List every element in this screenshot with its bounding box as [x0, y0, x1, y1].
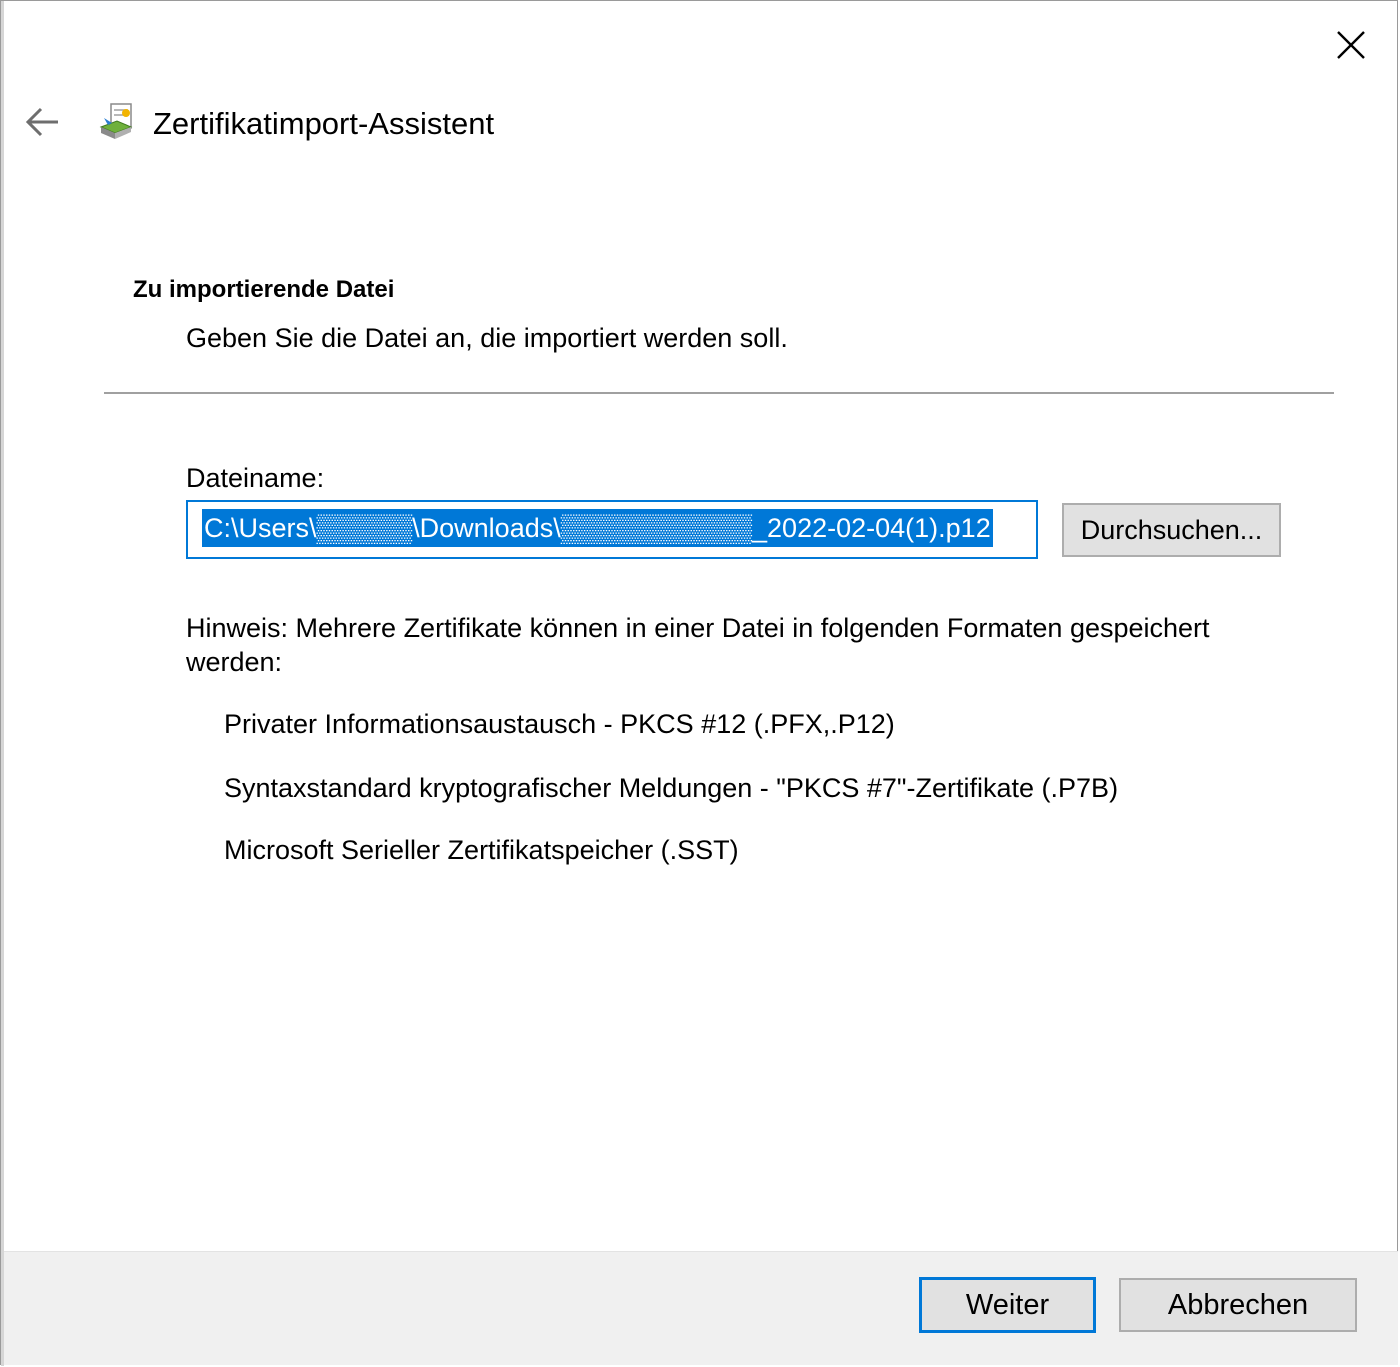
arrow-left-icon [25, 107, 58, 137]
header-separator [104, 392, 1334, 394]
close-button[interactable] [1327, 21, 1375, 69]
filename-value: C:\Users\▒▒▒▒▒\Downloads\▒▒▒▒▒▒▒▒▒▒_2022… [202, 509, 993, 547]
hint-text: Hinweis: Mehrere Zertifikate können in e… [186, 613, 1210, 677]
cancel-button[interactable]: Abbrechen [1119, 1278, 1357, 1332]
filename-label: Dateiname: [186, 463, 325, 493]
window-title: Zertifikatimport-Assistent [153, 106, 495, 141]
section-subtitle: Geben Sie die Datei an, die importiert w… [186, 323, 788, 353]
wizard-window: Zertifikatimport-Assistent Zu importiere… [0, 0, 1398, 1366]
format-item-pfx: Privater Informationsaustausch - PKCS #1… [224, 709, 895, 739]
format-item-p7b: Syntaxstandard kryptografischer Meldunge… [224, 773, 1119, 803]
close-x-icon [1337, 31, 1365, 59]
filename-input[interactable]: C:\Users\▒▒▒▒▒\Downloads\▒▒▒▒▒▒▒▒▒▒_2022… [186, 500, 1038, 559]
format-item-sst: Microsoft Serieller Zertifikatspeicher (… [224, 835, 739, 865]
window-edge [1, 1, 4, 1366]
browse-button[interactable]: Durchsuchen... [1062, 503, 1281, 557]
back-button[interactable] [19, 99, 65, 145]
certificate-wizard-icon [99, 103, 133, 139]
next-button[interactable]: Weiter [919, 1277, 1096, 1333]
section-heading: Zu importierende Datei [133, 276, 395, 303]
